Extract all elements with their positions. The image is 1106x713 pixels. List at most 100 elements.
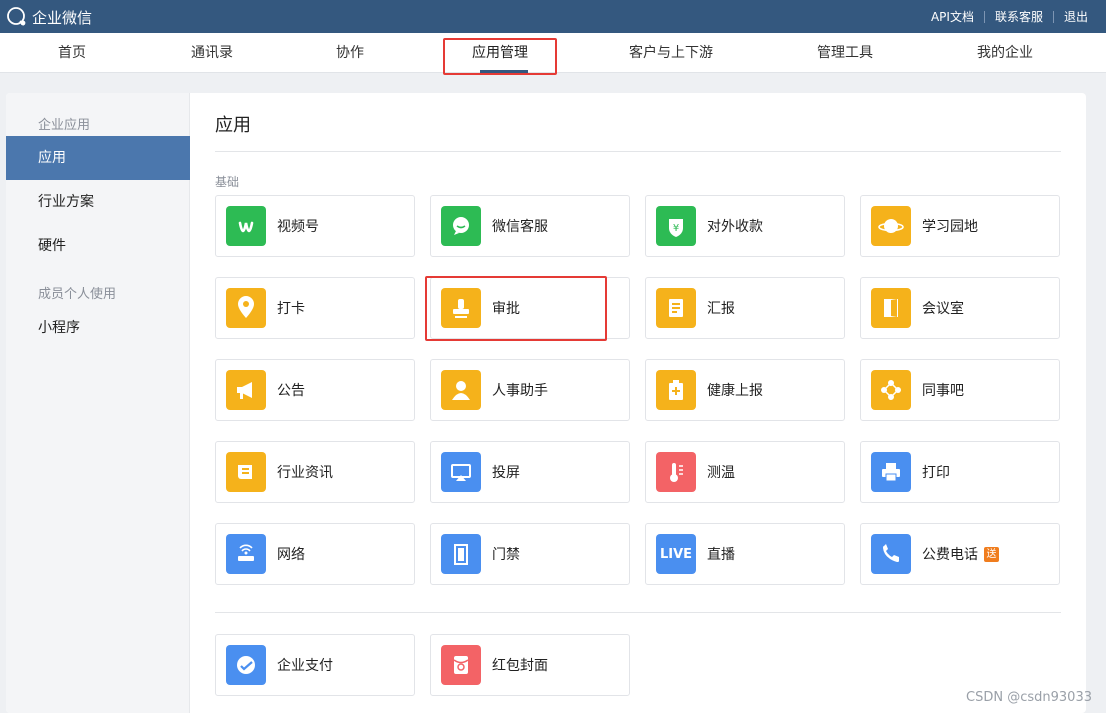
- logout-link[interactable]: 退出: [1064, 8, 1088, 25]
- page-title: 应用: [215, 115, 251, 136]
- app-tile-report[interactable]: 汇报: [645, 277, 845, 339]
- app-tile-enterprise-pay[interactable]: 企业支付: [215, 634, 415, 696]
- app-tile-label: 学习园地: [922, 219, 978, 235]
- sidebar-item-hardware[interactable]: 硬件: [6, 224, 190, 268]
- app-tile-payment-collection[interactable]: ¥ 对外收款: [645, 195, 845, 257]
- section-label-basic: 基础: [215, 175, 240, 189]
- planet-icon: [871, 206, 911, 246]
- nav-contacts[interactable]: 通讯录: [172, 33, 252, 73]
- app-tile-location-pin[interactable]: 打卡: [215, 277, 415, 339]
- news-icon: [226, 452, 266, 492]
- app-tile-label: 公告: [277, 383, 305, 399]
- nav-collaboration[interactable]: 协作: [310, 33, 390, 73]
- svg-text:¥: ¥: [673, 223, 679, 234]
- health-clipboard-icon: [656, 370, 696, 410]
- thermometer-icon: [656, 452, 696, 492]
- red-envelope-icon: [441, 645, 481, 685]
- divider: [215, 612, 1061, 613]
- app-title: 企业微信: [32, 8, 93, 27]
- stamp-icon: [441, 288, 481, 328]
- app-tile-label: 公费电话: [922, 547, 978, 563]
- nav-app-management-label: 应用管理: [472, 45, 528, 61]
- app-tile-label: 打卡: [277, 301, 305, 317]
- nav-home[interactable]: 首页: [32, 33, 112, 73]
- app-tile-wechat-service[interactable]: 微信客服: [430, 195, 630, 257]
- watermark: CSDN @csdn93033: [966, 690, 1092, 705]
- app-tile-label: 网络: [277, 547, 305, 563]
- app-tile-label: 健康上报: [707, 383, 763, 399]
- brand[interactable]: 企业微信: [6, 6, 92, 28]
- live-icon-text: LIVE: [659, 546, 693, 562]
- app-tile-label: 企业支付: [277, 658, 333, 674]
- app-tile-access-door[interactable]: 门禁: [430, 523, 630, 585]
- app-tile-label: 人事助手: [492, 383, 548, 399]
- app-tile-thermometer[interactable]: 测温: [645, 441, 845, 503]
- access-door-icon: [441, 534, 481, 574]
- app-tile-label: 行业资讯: [277, 465, 333, 481]
- top-bar: 企业微信 API文档 联系客服 退出: [0, 0, 1106, 33]
- divider: [983, 10, 985, 23]
- app-tile-label: 会议室: [922, 301, 964, 317]
- divider: [215, 151, 1061, 152]
- main-panel: 企业应用 应用 行业方案 硬件 成员个人使用 小程序 应用 基础 视频号 微信客服…: [6, 93, 1086, 713]
- sidebar-group-personal: 成员个人使用: [38, 287, 117, 302]
- app-tile-share-network[interactable]: 同事吧: [860, 359, 1060, 421]
- wechat-service-icon: [441, 206, 481, 246]
- sidebar-group-enterprise-apps: 企业应用: [38, 118, 91, 133]
- app-tile-label: 红包封面: [492, 658, 548, 674]
- app-tile-label: 门禁: [492, 547, 520, 563]
- sidebar-item-apps[interactable]: 应用: [6, 136, 190, 180]
- app-tile-news[interactable]: 行业资讯: [215, 441, 415, 503]
- app-tile-label: 投屏: [492, 465, 520, 481]
- app-tile-router[interactable]: 网络: [215, 523, 415, 585]
- app-tile-label: 汇报: [707, 301, 735, 317]
- gift-badge: 送: [984, 546, 999, 562]
- app-tile-planet[interactable]: 学习园地: [860, 195, 1060, 257]
- app-tile-printer[interactable]: 打印: [860, 441, 1060, 503]
- payment-collection-icon: ¥: [656, 206, 696, 246]
- app-tile-megaphone[interactable]: 公告: [215, 359, 415, 421]
- nav-my-enterprise[interactable]: 我的企业: [962, 33, 1048, 73]
- app-tile-video-channel[interactable]: 视频号: [215, 195, 415, 257]
- megaphone-icon: [226, 370, 266, 410]
- app-content: 应用 基础 视频号 微信客服 ¥ 对外收款 学习园地打卡 审批 汇报 会议室公告 人事助手 健康上…: [191, 93, 1086, 713]
- api-docs-link[interactable]: API文档: [931, 8, 974, 25]
- location-pin-icon: [226, 288, 266, 328]
- app-tile-label: 对外收款: [707, 219, 763, 235]
- person-icon: [441, 370, 481, 410]
- nav-app-management[interactable]: 应用管理: [456, 33, 544, 73]
- contact-support-link[interactable]: 联系客服: [995, 8, 1043, 25]
- app-tile-door[interactable]: 会议室: [860, 277, 1060, 339]
- header-links: API文档 联系客服 退出: [931, 0, 1088, 33]
- report-icon: [656, 288, 696, 328]
- app-tile-label: 打印: [922, 465, 950, 481]
- sidebar: 企业应用 应用 行业方案 硬件 成员个人使用 小程序: [6, 93, 190, 713]
- door-icon: [871, 288, 911, 328]
- app-tile-label: 微信客服: [492, 219, 548, 235]
- router-icon: [226, 534, 266, 574]
- app-tile-label: 审批: [492, 301, 520, 317]
- app-tile-label: 测温: [707, 465, 735, 481]
- printer-icon: [871, 452, 911, 492]
- divider: [1052, 10, 1054, 23]
- sidebar-item-mini-program[interactable]: 小程序: [6, 306, 190, 350]
- wecom-logo-icon: [7, 7, 26, 26]
- app-tile-health-clipboard[interactable]: 健康上报: [645, 359, 845, 421]
- app-tile-phone[interactable]: 公费电话送: [860, 523, 1060, 585]
- video-channel-icon: [226, 206, 266, 246]
- app-tile-screen-cast[interactable]: 投屏: [430, 441, 630, 503]
- app-tile-label: 视频号: [277, 219, 319, 235]
- app-tile-person[interactable]: 人事助手: [430, 359, 630, 421]
- screen-cast-icon: [441, 452, 481, 492]
- sidebar-item-industry-solutions[interactable]: 行业方案: [6, 180, 190, 224]
- app-tile-red-envelope[interactable]: 红包封面: [430, 634, 630, 696]
- share-network-icon: [871, 370, 911, 410]
- nav-customers[interactable]: 客户与上下游: [615, 33, 727, 73]
- app-tile-label: 同事吧: [922, 383, 964, 399]
- enterprise-pay-icon: [226, 645, 266, 685]
- app-tile-live[interactable]: LIVE 直播: [645, 523, 845, 585]
- nav-tools[interactable]: 管理工具: [800, 33, 890, 73]
- main-nav: 首页 通讯录 协作 应用管理 客户与上下游 管理工具 我的企业: [0, 33, 1106, 73]
- live-icon: LIVE: [656, 534, 696, 574]
- app-tile-stamp[interactable]: 审批: [430, 277, 630, 339]
